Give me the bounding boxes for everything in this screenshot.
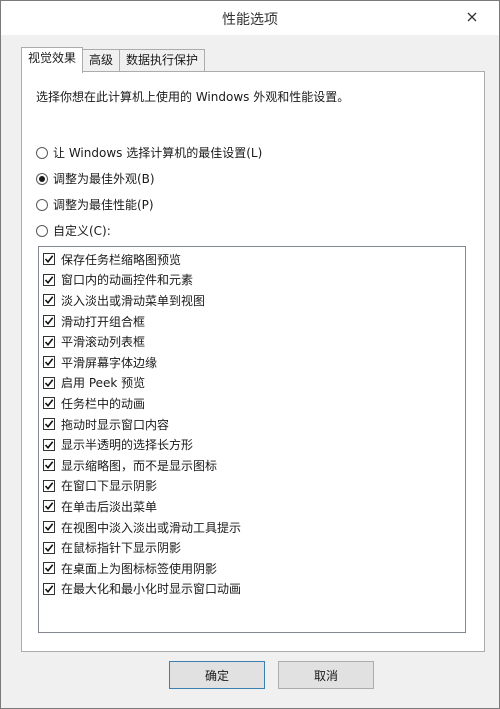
checkmark-icon [44,379,54,387]
checkbox-label: 任务栏中的动画 [61,396,146,411]
checkbox-option[interactable]: 平滑滚动列表框 [43,331,465,352]
checkbox[interactable] [43,521,55,534]
checkmark-icon [44,564,54,573]
visual-effects-list[interactable]: 保存任务栏缩略图预览 窗口内的动画控件和元素 淡入淡出或滑动菜单到视图 滑动打开组合框… [38,246,466,633]
checkmark-icon [44,317,54,326]
dialog-buttons: 确定 取消 [1,661,499,691]
close-button[interactable] [459,6,485,28]
checkbox-option[interactable]: 在视图中淡入淡出或滑动工具提示 [43,517,465,538]
checkbox-option[interactable]: 在单击后淡出菜单 [43,496,465,517]
checkmark-icon [44,461,54,470]
checkbox-label: 在鼠标指针下显示阴影 [61,541,182,556]
checkbox-label: 显示缩略图，而不是显示图标 [61,458,218,473]
checkbox-label: 保存任务栏缩略图预览 [61,252,182,267]
checkmark-icon [44,276,54,284]
checkbox-option[interactable]: 启用 Peek 预览 [43,373,465,394]
checkbox[interactable] [43,397,55,410]
checkbox[interactable] [43,356,55,369]
checkbox-label: 在最大化和最小化时显示窗口动画 [61,582,242,597]
checkbox-label: 平滑屏幕字体边缘 [61,355,158,370]
radio-button[interactable] [36,146,48,159]
checkbox[interactable] [43,253,55,266]
radio-label: 自定义(C): [53,224,111,238]
checkbox-label: 滑动打开组合框 [61,314,146,329]
window-title: 性能选项 [222,12,278,28]
checkbox[interactable] [43,500,55,513]
checkbox-option[interactable]: 平滑屏幕字体边缘 [43,352,465,373]
checkmark-icon [44,420,54,429]
cancel-button[interactable]: 取消 [278,661,374,689]
radio-button[interactable] [36,172,48,185]
checkbox[interactable] [43,541,55,554]
radio-custom[interactable]: 自定义(C): [36,222,111,239]
checkmark-icon [44,543,54,552]
checkbox-label: 平滑滚动列表框 [61,335,146,350]
checkbox[interactable] [43,418,55,431]
performance-options-dialog: 性能选项 视觉效果 高级 数据执行保护 选择你想在此计算机上使用的 Window… [0,0,500,709]
checkmark-icon [44,358,54,367]
checkbox[interactable] [43,376,55,389]
checkbox[interactable] [43,582,55,595]
close-icon [467,12,477,22]
tab-strip: 视觉效果 高级 数据执行保护 [21,47,206,73]
checkmark-icon [44,337,54,346]
checkmark-icon [44,482,54,490]
checkbox[interactable] [43,273,55,286]
radio-best-performance[interactable]: 调整为最佳性能(P) [36,196,154,213]
checkbox[interactable] [43,438,55,451]
checkbox-label: 窗口内的动画控件和元素 [61,273,194,288]
checkmark-icon [44,296,54,305]
radio-best-appearance[interactable]: 调整为最佳外观(B) [36,170,155,187]
checkbox-option[interactable]: 窗口内的动画控件和元素 [43,270,465,291]
checkbox[interactable] [43,459,55,472]
panel-description: 选择你想在此计算机上使用的 Windows 外观和性能设置。 [36,90,350,104]
checkbox-option[interactable]: 显示半透明的选择长方形 [43,434,465,455]
checkbox-label: 在窗口下显示阴影 [61,479,158,494]
checkbox-label: 在桌面上为图标标签使用阴影 [61,561,218,576]
checkbox-option[interactable]: 在最大化和最小化时显示窗口动画 [43,579,465,600]
checkmark-icon [44,502,54,511]
tab-data-execution-prevention[interactable]: 数据执行保护 [119,49,206,72]
radio-label: 调整为最佳外观(B) [53,172,155,186]
checkbox-option[interactable]: 滑动打开组合框 [43,311,465,332]
checkbox-label: 在视图中淡入淡出或滑动工具提示 [61,520,242,535]
checkbox-label: 启用 Peek 预览 [61,376,146,391]
visual-effects-panel: 选择你想在此计算机上使用的 Windows 外观和性能设置。 让 Windows… [21,71,485,652]
tab-visual-effects[interactable]: 视觉效果 [21,47,84,73]
checkbox-option[interactable]: 显示缩略图，而不是显示图标 [43,455,465,476]
options-list: 保存任务栏缩略图预览 窗口内的动画控件和元素 淡入淡出或滑动菜单到视图 滑动打开组合框… [39,247,465,599]
checkbox[interactable] [43,562,55,575]
ok-button[interactable]: 确定 [169,661,265,689]
radio-button[interactable] [36,224,48,237]
checkbox-option[interactable]: 保存任务栏缩略图预览 [43,249,465,270]
checkbox[interactable] [43,315,55,328]
checkbox[interactable] [43,294,55,307]
radio-label: 调整为最佳性能(P) [53,198,154,212]
radio-button[interactable] [36,198,48,211]
checkbox-option[interactable]: 在鼠标指针下显示阴影 [43,537,465,558]
checkbox-label: 淡入淡出或滑动菜单到视图 [61,293,206,308]
checkbox-option[interactable]: 在窗口下显示阴影 [43,476,465,497]
radio-let-windows-choose[interactable]: 让 Windows 选择计算机的最佳设置(L) [36,144,262,161]
checkmark-icon [44,440,54,449]
checkbox[interactable] [43,479,55,492]
checkmark-icon [44,585,54,593]
checkbox[interactable] [43,335,55,348]
checkbox-option[interactable]: 拖动时显示窗口内容 [43,414,465,435]
checkmark-icon [44,399,54,408]
checkbox-option[interactable]: 在桌面上为图标标签使用阴影 [43,558,465,579]
checkmark-icon [44,523,54,532]
checkbox-label: 拖动时显示窗口内容 [61,417,170,432]
checkbox-option[interactable]: 任务栏中的动画 [43,393,465,414]
title-bar: 性能选项 [1,1,499,35]
radio-label: 让 Windows 选择计算机的最佳设置(L) [53,146,263,160]
tab-advanced[interactable]: 高级 [82,49,121,72]
checkbox-option[interactable]: 淡入淡出或滑动菜单到视图 [43,290,465,311]
checkbox-label: 显示半透明的选择长方形 [61,438,194,453]
checkbox-label: 在单击后淡出菜单 [61,499,158,514]
checkmark-icon [44,255,54,264]
